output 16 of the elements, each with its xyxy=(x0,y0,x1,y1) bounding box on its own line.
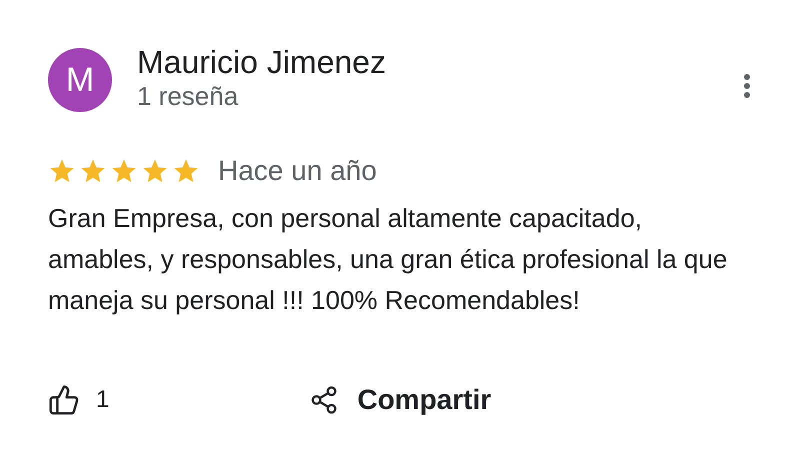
share-button[interactable]: Compartir xyxy=(285,371,516,429)
review-count: 1 reseña xyxy=(137,80,240,112)
review-text: Gran Empresa, con personal altamente capacitado, amables, y responsables, una gran ética profesional la que maneja su personal !!! 100% Recomendables! xyxy=(48,202,728,317)
author-name: Mauricio Jimenez xyxy=(137,44,387,80)
thumbs-up-icon xyxy=(48,384,80,416)
star-icon xyxy=(48,157,76,185)
star-icon xyxy=(172,157,200,185)
star-icon xyxy=(141,157,169,185)
star-icon xyxy=(79,157,107,185)
like-button[interactable]: 1 xyxy=(22,374,136,426)
star-icon xyxy=(110,157,138,185)
more-icon xyxy=(744,74,750,98)
review-time: Hace un año xyxy=(218,154,377,188)
more-options-button[interactable] xyxy=(742,72,752,100)
avatar: M xyxy=(48,48,112,112)
share-icon xyxy=(309,385,340,415)
